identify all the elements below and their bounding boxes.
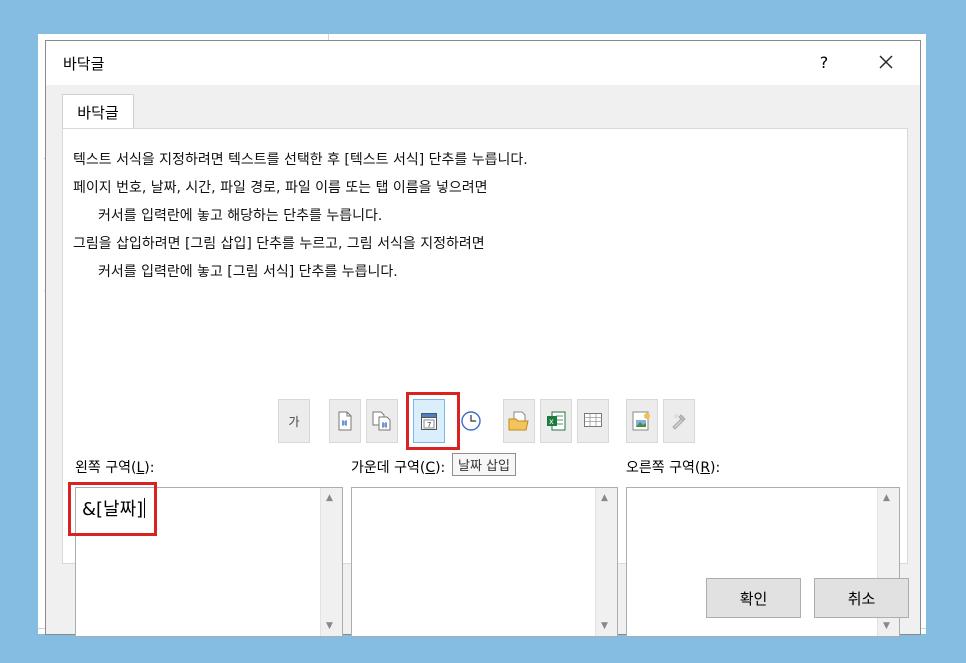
dialog-title: 바닥글	[63, 55, 105, 73]
insert-sheet-name-button[interactable]	[577, 399, 609, 443]
scroll-down-icon[interactable]: ▼	[601, 621, 608, 631]
footer-dialog: 바닥글 ? 바닥글 텍스트 서식을 지정하려면 텍스트를 선택한 후 [텍스트 …	[45, 40, 921, 637]
help-button[interactable]: ?	[812, 45, 836, 79]
page-count-icon	[372, 411, 391, 431]
center-section-label: 가운데 구역(C):	[351, 460, 446, 476]
insert-page-count-button[interactable]	[366, 399, 398, 443]
insert-page-number-button[interactable]	[329, 399, 361, 443]
right-section-label: 오른쪽 구역(R):	[626, 460, 721, 476]
footer-panel: 텍스트 서식을 지정하려면 텍스트를 선택한 후 [텍스트 서식] 단추를 누릅…	[62, 128, 908, 637]
format-picture-icon	[672, 414, 686, 430]
svg-text:x: x	[549, 417, 554, 426]
scroll-up-icon[interactable]: ▲	[326, 493, 333, 503]
insert-picture-button[interactable]	[626, 399, 658, 443]
scroll-down-icon[interactable]: ▼	[326, 621, 333, 631]
file-name-icon: x	[547, 411, 566, 431]
insert-date-tooltip: 날짜 삽입	[452, 453, 516, 476]
center-section-input[interactable]: ▲ ▼	[351, 487, 618, 637]
format-text-button[interactable]: 가	[278, 399, 310, 443]
sheet-name-icon	[584, 413, 602, 427]
left-section-input[interactable]: &[날짜] ▲ ▼	[75, 487, 343, 637]
file-path-icon	[508, 411, 529, 431]
insert-picture-icon	[632, 411, 650, 431]
insert-date-button[interactable]: 7	[413, 399, 445, 443]
insert-date-icon: 7	[421, 413, 437, 430]
ok-button[interactable]: 확인	[706, 578, 801, 618]
close-icon	[879, 55, 893, 69]
left-section-value: &[날짜]	[82, 498, 146, 520]
instruction-line: 텍스트 서식을 지정하려면 텍스트를 선택한 후 [텍스트 서식] 단추를 누릅…	[73, 152, 528, 168]
tab-footer[interactable]: 바닥글	[62, 94, 134, 129]
title-bar: 바닥글 ?	[46, 41, 920, 85]
insert-time-button[interactable]	[455, 399, 487, 443]
scroll-down-icon[interactable]: ▼	[883, 621, 890, 631]
svg-text:7: 7	[427, 421, 431, 429]
instruction-line: 그림을 삽입하려면 [그림 삽입] 단추를 누르고, 그림 서식을 지정하려면	[73, 236, 485, 252]
insert-file-name-button[interactable]: x	[540, 399, 572, 443]
instruction-line: 커서를 입력란에 놓고 [그림 서식] 단추를 누릅니다.	[98, 264, 398, 280]
close-button[interactable]	[864, 45, 908, 79]
left-section-scrollbar[interactable]: ▲ ▼	[320, 488, 342, 636]
instruction-line: 커서를 입력란에 놓고 해당하는 단추를 누릅니다.	[98, 208, 383, 224]
header-footer-toolbar: 가 7 x	[63, 399, 907, 443]
cancel-button[interactable]: 취소	[814, 578, 909, 618]
instruction-line: 페이지 번호, 날짜, 시간, 파일 경로, 파일 이름 또는 탭 이름을 넣으…	[73, 180, 488, 196]
page-number-icon	[338, 411, 352, 431]
left-section-label: 왼쪽 구역(L):	[75, 460, 155, 476]
scroll-up-icon[interactable]: ▲	[883, 493, 890, 503]
scroll-up-icon[interactable]: ▲	[601, 493, 608, 503]
insert-time-icon	[461, 411, 481, 431]
insert-file-path-button[interactable]	[503, 399, 535, 443]
format-picture-button[interactable]	[663, 399, 695, 443]
text-caret	[144, 498, 146, 518]
format-text-icon: 가	[288, 414, 300, 429]
center-section-scrollbar[interactable]: ▲ ▼	[595, 488, 617, 636]
